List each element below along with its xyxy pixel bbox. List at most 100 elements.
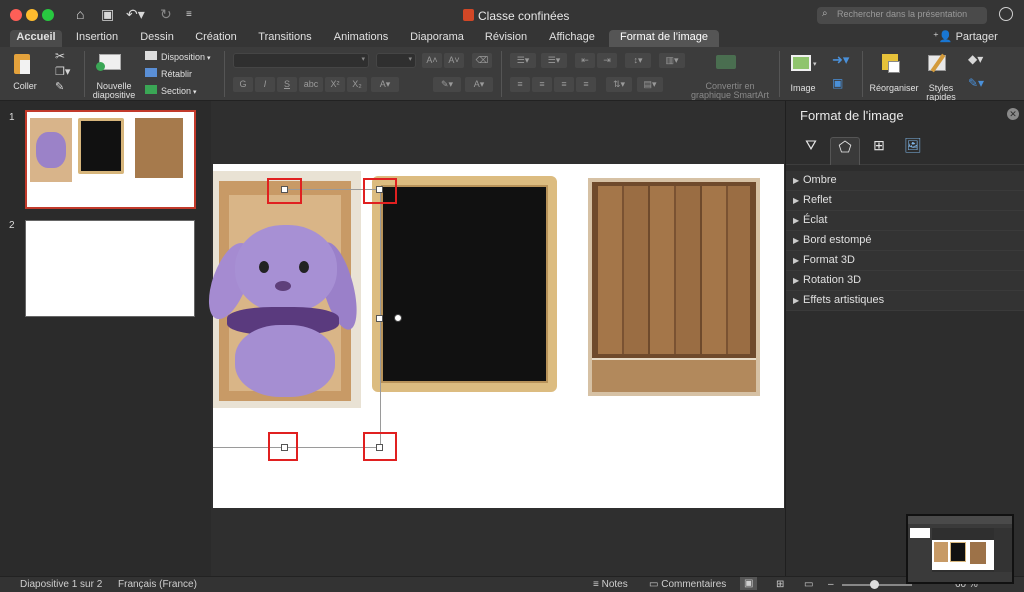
home-icon[interactable]: ⌂ <box>76 6 84 22</box>
slide-thumbnail-1[interactable] <box>25 110 196 209</box>
close-window-button[interactable] <box>10 9 22 21</box>
superscript-button[interactable]: X² <box>325 77 345 92</box>
section-format-3d[interactable]: ▶ Format 3D <box>786 251 1024 271</box>
text-box-icon[interactable]: ▣ <box>832 76 843 90</box>
tab-insertion[interactable]: Insertion <box>70 30 124 47</box>
clear-format-button[interactable]: ⌫ <box>472 53 492 68</box>
bold-button[interactable]: G <box>233 77 253 92</box>
customize-toolbar-icon[interactable]: ≡ <box>186 9 192 20</box>
arrange-button[interactable]: Réorganiser <box>868 50 920 98</box>
tab-revision[interactable]: Révision <box>478 30 534 47</box>
tab-animations[interactable]: Animations <box>327 30 395 47</box>
redo-icon[interactable]: ↻ <box>160 6 172 23</box>
tab-dessin[interactable]: Dessin <box>134 30 180 47</box>
cut-icon[interactable]: ✂ <box>55 49 65 63</box>
ribbon-divider <box>501 51 502 97</box>
maximize-window-button[interactable] <box>42 9 54 21</box>
align-right-button[interactable]: ≡ <box>554 77 574 92</box>
close-panel-button[interactable]: ✕ <box>1007 108 1019 120</box>
tab-accueil[interactable]: Accueil <box>10 30 62 47</box>
tab-format-image[interactable]: Format de l’image <box>609 30 719 47</box>
copy-icon[interactable]: ❐▾ <box>55 65 70 78</box>
text-direction-button[interactable]: ⇅▾ <box>606 77 632 92</box>
ribbon: Coller ✂ ❐▾ ✎ Nouvelle diapositive Dispo… <box>0 47 1024 102</box>
tab-diaporama[interactable]: Diaporama <box>405 30 469 47</box>
shapes-icon[interactable]: ➜▾ <box>832 52 849 68</box>
paste-button[interactable]: Coller <box>10 50 42 98</box>
columns-button[interactable]: ▥▾ <box>659 53 685 68</box>
minimize-window-button[interactable] <box>26 9 38 21</box>
new-slide-button[interactable]: Nouvelle diapositive <box>91 50 137 100</box>
font-size-select[interactable]: ▾ <box>376 53 416 68</box>
section-reflet[interactable]: ▶ Reflet <box>786 191 1024 211</box>
normal-view-icon[interactable]: ▣ <box>740 577 758 590</box>
tab-effects[interactable]: ⬠ <box>830 137 860 165</box>
text-effects-button[interactable]: A▾ <box>371 77 399 92</box>
format-painter-icon[interactable]: ✎ <box>55 80 64 93</box>
tab-creation[interactable]: Création <box>188 30 244 47</box>
section-bord-estompe[interactable]: ▶ Bord estompé <box>786 231 1024 251</box>
section-ombre[interactable]: ▶ Ombre <box>786 171 1024 191</box>
convert-smartart-button[interactable]: Convertir en graphique SmartArt <box>690 50 770 100</box>
zoom-slider[interactable] <box>842 580 912 589</box>
quick-styles-button[interactable]: Styles rapides <box>922 50 960 102</box>
font-name-select[interactable]: ▾ <box>233 53 369 68</box>
underline-button[interactable]: S <box>277 77 297 92</box>
powerpoint-file-icon <box>463 9 474 21</box>
slide-thumbnail-2[interactable] <box>25 220 195 317</box>
subscript-button[interactable]: X₂ <box>347 77 367 92</box>
tab-picture[interactable]: 🖼 <box>898 137 928 165</box>
zoom-out-icon[interactable]: – <box>828 579 834 590</box>
comments-button[interactable]: ▭ Commentaires <box>649 579 726 590</box>
align-text-button[interactable]: ▤▾ <box>637 77 663 92</box>
tab-fill-line[interactable]: ⛛ <box>796 137 826 165</box>
increase-font-button[interactable]: A˄ <box>422 53 442 68</box>
layout-menu[interactable]: Disposition ▾ <box>145 51 211 63</box>
notes-button[interactable]: ≡ Notes <box>593 579 628 590</box>
fill-color-icon[interactable]: ◆▾ <box>968 52 983 66</box>
section-effets-artistiques[interactable]: ▶ Effets artistiques <box>786 291 1024 311</box>
justify-button[interactable]: ≡ <box>576 77 596 92</box>
save-icon[interactable]: ▣ <box>101 6 114 23</box>
font-color-button[interactable]: A▾ <box>465 77 493 92</box>
chalkboard-image[interactable] <box>372 176 557 392</box>
tab-size-properties[interactable]: ⊞ <box>864 137 894 165</box>
numbering-button[interactable]: ☰▾ <box>541 53 567 68</box>
align-center-button[interactable]: ≡ <box>532 77 552 92</box>
resize-handle[interactable] <box>376 315 383 322</box>
line-spacing-button[interactable]: ↕▾ <box>625 53 651 68</box>
language[interactable]: Français (France) <box>118 579 197 590</box>
presenter-view-icon[interactable]: ▭ <box>804 579 813 590</box>
line-color-icon[interactable]: ✎▾ <box>968 76 984 90</box>
status-bar: Diapositive 1 sur 2 Français (France) ≡ … <box>0 576 1024 592</box>
align-left-button[interactable]: ≡ <box>510 77 530 92</box>
section-rotation-3d[interactable]: ▶ Rotation 3D <box>786 271 1024 291</box>
insert-image-button[interactable]: ▾ Image <box>786 50 820 98</box>
increase-indent-button[interactable]: ⇥ <box>597 53 617 68</box>
bullets-button[interactable]: ☰▾ <box>510 53 536 68</box>
feedback-smiley-icon[interactable] <box>999 7 1013 21</box>
search-input[interactable]: ⌕ Rechercher dans la présentation <box>817 7 987 24</box>
slide-sorter-icon[interactable]: ⊞ <box>776 579 784 590</box>
zoom-slider-thumb[interactable] <box>870 580 879 589</box>
strikethrough-button[interactable]: abc <box>299 77 323 92</box>
section-eclat[interactable]: ▶ Éclat <box>786 211 1024 231</box>
reset-menu[interactable]: Rétablir <box>145 68 192 80</box>
undo-icon[interactable]: ↶▾ <box>126 6 145 23</box>
paste-label: Coller <box>13 81 37 91</box>
screenshot-preview-thumbnail[interactable] <box>906 514 1014 584</box>
bunny-box-image[interactable] <box>200 171 365 408</box>
decrease-indent-button[interactable]: ⇤ <box>575 53 595 68</box>
wooden-crate-image[interactable] <box>588 178 760 396</box>
tab-transitions[interactable]: Transitions <box>252 30 318 47</box>
image-icon <box>791 55 811 71</box>
italic-button[interactable]: I <box>255 77 275 92</box>
share-button[interactable]: ⁺👤 Partager <box>933 30 998 43</box>
rotate-handle[interactable] <box>394 314 402 322</box>
highlight-button[interactable]: ✎▾ <box>433 77 461 92</box>
current-slide[interactable] <box>200 164 784 508</box>
decrease-font-button[interactable]: A˅ <box>444 53 464 68</box>
bunny-body <box>235 325 335 397</box>
section-menu[interactable]: Section ▾ <box>145 85 197 97</box>
tab-affichage[interactable]: Affichage <box>542 30 602 47</box>
